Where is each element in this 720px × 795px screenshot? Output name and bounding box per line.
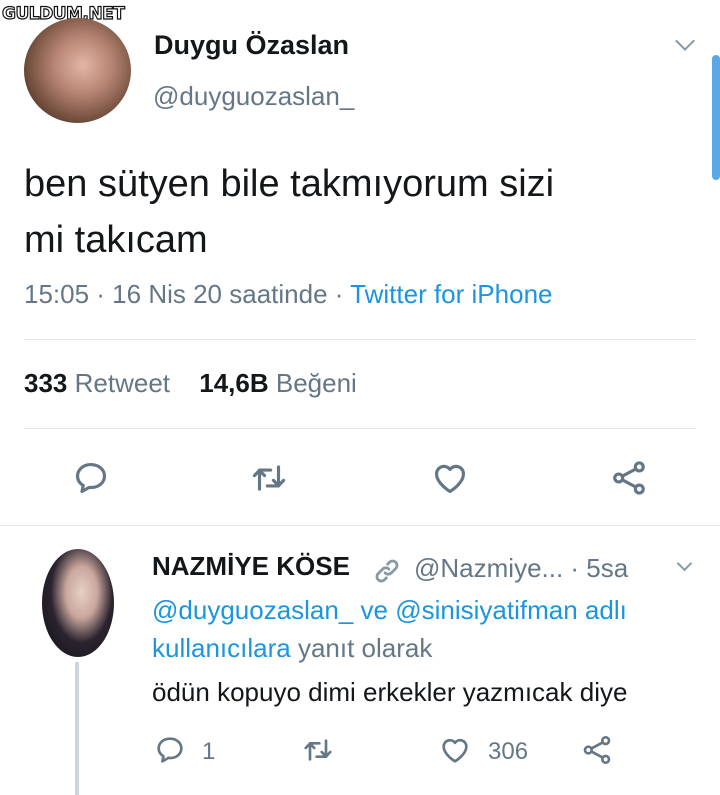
avatar[interactable]	[42, 549, 114, 657]
reply-author-handle[interactable]: @Nazmiye... · 5sa	[414, 553, 628, 584]
link-icon	[375, 559, 399, 583]
like-count[interactable]: 14,6B	[199, 368, 268, 398]
retweet-icon[interactable]	[250, 459, 288, 497]
retweet-icon[interactable]	[302, 734, 334, 766]
mention-link[interactable]: kullanıcılara	[152, 633, 291, 663]
avatar[interactable]	[24, 18, 131, 123]
like-icon[interactable]	[438, 734, 472, 766]
author-name[interactable]: Duygu Özaslan	[154, 30, 349, 61]
thread-line	[75, 662, 79, 795]
tweet-stats: 333 Retweet 14,6B Beğeni	[24, 368, 379, 399]
divider	[0, 525, 720, 526]
like-label[interactable]: Beğeni	[276, 368, 357, 398]
tweet-text-line: mi takıcam	[24, 219, 208, 261]
reply-suffix: yanıt olarak	[290, 633, 433, 663]
tweet-time: 15:05 · 16 Nis 20 saatinde ·	[24, 279, 351, 309]
mention-link[interactable]: @duyguozaslan_	[152, 595, 353, 625]
divider	[24, 339, 696, 340]
share-icon[interactable]	[609, 459, 649, 497]
reply-text: ödün kopuyo dimi erkekler yazmıcak diye	[152, 677, 628, 707]
tweet-source-link[interactable]: Twitter for iPhone	[350, 279, 552, 309]
share-icon[interactable]	[580, 734, 614, 766]
reply-author-name[interactable]: NAZMİYE KÖSE	[152, 551, 350, 582]
author-handle[interactable]: @duyguozaslan_	[153, 81, 354, 112]
scrollbar[interactable]	[712, 55, 720, 180]
tweet-meta: 15:05 · 16 Nis 20 saatinde · Twitter for…	[24, 279, 552, 310]
retweet-label[interactable]: Retweet	[75, 368, 170, 398]
reply-icon[interactable]	[154, 734, 186, 766]
reply-like-count: 306	[488, 738, 529, 765]
tweet-text: ben sütyen bile takmıyorum sizi mi takıc…	[24, 156, 674, 268]
reply-count: 1	[202, 738, 216, 765]
retweet-count[interactable]: 333	[24, 368, 67, 398]
tweet-text-line: ben sütyen bile takmıyorum sizi	[24, 163, 555, 205]
mention-link[interactable]: @sinisiyatifman adlı	[395, 595, 627, 625]
chevron-down-icon[interactable]	[675, 31, 695, 51]
chevron-down-icon[interactable]	[676, 555, 693, 572]
reply-to-line: @duyguozaslan_ ve @sinisiyatifman adlı	[152, 595, 627, 626]
reply-icon[interactable]	[72, 459, 110, 497]
like-icon[interactable]	[430, 459, 470, 497]
divider	[24, 428, 696, 429]
reply-to-line: kullanıcılara yanıt olarak	[152, 633, 432, 664]
mention-conjunction: ve	[353, 595, 396, 625]
